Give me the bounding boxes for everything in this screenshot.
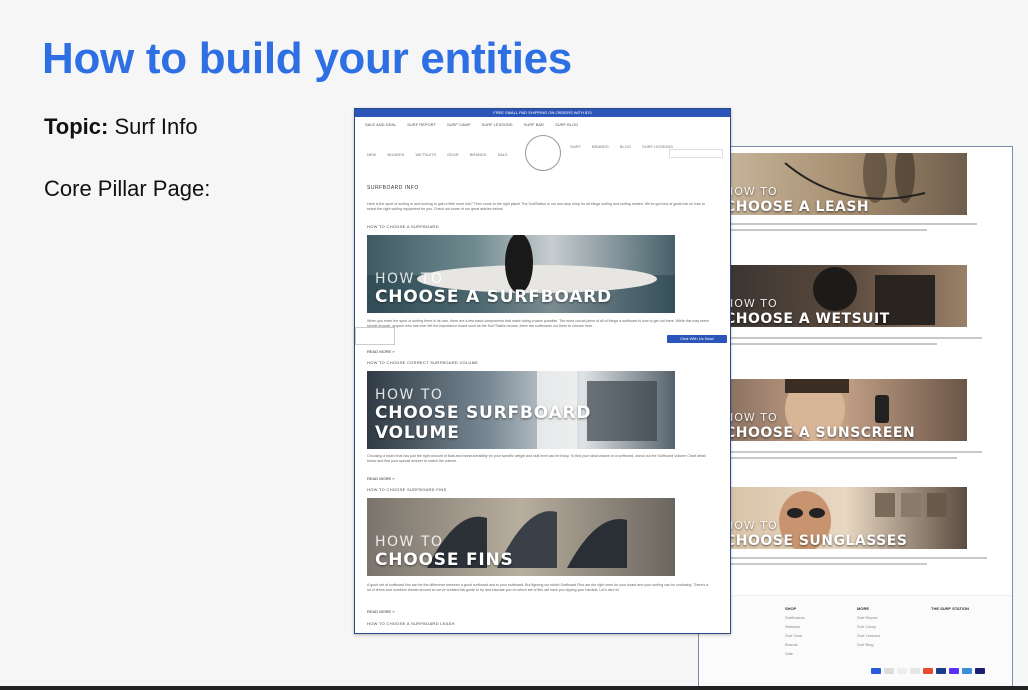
page-title: SURFBOARD INFO bbox=[367, 185, 419, 191]
text-line bbox=[727, 337, 982, 339]
sunglasses-caption: HOW TO CHOOSE SUNGLASSES bbox=[725, 519, 908, 549]
mastercard-icon bbox=[923, 668, 933, 674]
search-input[interactable] bbox=[669, 149, 723, 158]
topic-label: Topic: bbox=[44, 114, 109, 139]
gpay-icon bbox=[910, 668, 920, 674]
core-pillar-label: Core Pillar Page: bbox=[44, 176, 211, 201]
text-line bbox=[727, 451, 982, 453]
menu-item[interactable]: SALE bbox=[498, 152, 508, 157]
footer-more-column: MORE Surf Report Surf Camp Surf Lessons … bbox=[857, 606, 881, 647]
main-menu-right: SURF BRANDS BLOG SURF LESSONS bbox=[570, 144, 683, 149]
menu-item[interactable]: BOARDS bbox=[387, 152, 404, 157]
nav-item[interactable]: SURF LESSONS bbox=[482, 122, 513, 127]
back-page-footer: SHOP Surfboards Wetsuits Surf Gear Brand… bbox=[699, 595, 1012, 687]
store-logo[interactable] bbox=[525, 135, 561, 171]
section-heading: HOW TO CHOOSE SURFBOARD FINS bbox=[367, 487, 447, 492]
intro-text: Here is the sport of surfing or and look… bbox=[367, 202, 705, 211]
footer-about-column: THE SURF STATION bbox=[931, 606, 970, 611]
nav-item[interactable]: SALE AND DEAL bbox=[365, 122, 396, 127]
nav-item[interactable]: SURF REPORT bbox=[407, 122, 436, 127]
volume-image: HOW TO CHOOSE SURFBOARD VOLUME bbox=[367, 371, 675, 449]
footer-shop-column: SHOP Surfboards Wetsuits Surf Gear Brand… bbox=[785, 606, 805, 656]
visa-icon bbox=[975, 668, 985, 674]
sunscreen-caption: HOW TO CHOOSE A SUNSCREEN bbox=[725, 411, 916, 441]
menu-item[interactable]: BLOG bbox=[620, 144, 631, 149]
front-page-screenshot: FREE SMALL PAD SHIPPING ON ORDERS WITH $… bbox=[354, 108, 731, 634]
nav-item[interactable]: SURF BLOG bbox=[555, 122, 578, 127]
text-line bbox=[727, 223, 977, 225]
shoppay-icon bbox=[949, 668, 959, 674]
volume-caption: HOW TO CHOOSE SURFBOARD VOLUME bbox=[375, 387, 592, 443]
side-widget[interactable] bbox=[355, 327, 395, 345]
nav-item[interactable]: SURF CAMP bbox=[447, 122, 471, 127]
section-heading: HOW TO CHOOSE CORRECT SURFBOARD VOLUME bbox=[367, 360, 479, 365]
text-line bbox=[727, 557, 987, 559]
section-text: When you enter the sport of surfing ther… bbox=[367, 319, 709, 328]
back-page-screenshot: HOW TO CHOOSE A LEASH HOW TO CHOOSE A WE… bbox=[698, 146, 1013, 688]
main-menu: NEW BOARDS WETSUITS GEAR BRANDS SALE bbox=[367, 152, 518, 157]
amex-icon bbox=[871, 668, 881, 674]
leash-caption: HOW TO CHOOSE A LEASH bbox=[725, 185, 870, 215]
venmo-icon bbox=[962, 668, 972, 674]
discover-icon bbox=[897, 668, 907, 674]
read-more-link[interactable]: READ MORE » bbox=[367, 476, 395, 481]
menu-item[interactable]: SURF bbox=[570, 144, 581, 149]
menu-item[interactable]: GEAR bbox=[447, 152, 458, 157]
surfboard-image: HOW TO CHOOSE A SURFBOARD bbox=[367, 235, 675, 313]
topic-value: Surf Info bbox=[108, 114, 198, 139]
section-heading: HOW TO CHOOSE A SURFBOARD LEASH bbox=[367, 621, 455, 626]
nav-item[interactable]: SURF BAR bbox=[524, 122, 544, 127]
surfboard-caption: HOW TO CHOOSE A SURFBOARD bbox=[375, 271, 612, 307]
section-text: Choosing a board that has just the right… bbox=[367, 454, 706, 463]
menu-item[interactable]: NEW bbox=[367, 152, 376, 157]
topic-line: Topic: Surf Info bbox=[44, 114, 198, 140]
fins-image: HOW TO CHOOSE FINS bbox=[367, 498, 675, 576]
slide-title: How to build your entities bbox=[42, 34, 572, 83]
chat-button[interactable]: Chat With Us Now! bbox=[667, 335, 727, 343]
section-text: A good set of surfboard fins can be the … bbox=[367, 583, 709, 592]
menu-item[interactable]: BRANDS bbox=[592, 144, 609, 149]
text-line bbox=[727, 229, 927, 231]
text-line bbox=[727, 343, 937, 345]
paypal-icon bbox=[936, 668, 946, 674]
text-line bbox=[727, 457, 957, 459]
section-heading: HOW TO CHOOSE A SURFBOARD bbox=[367, 224, 439, 229]
read-more-link[interactable]: READ MORE » bbox=[367, 349, 395, 354]
menu-item[interactable]: WETSUITS bbox=[416, 152, 437, 157]
read-more-link[interactable]: READ MORE » bbox=[367, 609, 395, 614]
wetsuit-caption: HOW TO CHOOSE A WETSUIT bbox=[725, 297, 890, 327]
text-line bbox=[727, 563, 927, 565]
fins-caption: HOW TO CHOOSE FINS bbox=[375, 534, 514, 570]
menu-item[interactable]: BRANDS bbox=[470, 152, 487, 157]
top-nav: SALE AND DEAL SURF REPORT SURF CAMP SURF… bbox=[365, 122, 588, 127]
applepay-icon bbox=[884, 668, 894, 674]
bottom-bar bbox=[0, 686, 1028, 690]
announcement-bar: FREE SMALL PAD SHIPPING ON ORDERS WITH $… bbox=[355, 109, 730, 117]
